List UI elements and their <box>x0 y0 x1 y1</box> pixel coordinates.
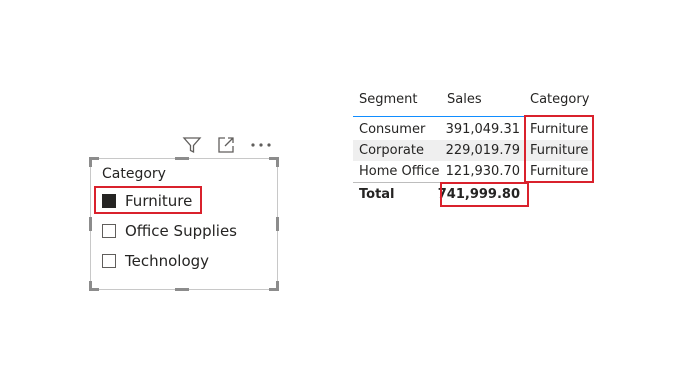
slicer-item-furniture[interactable]: Furniture <box>102 189 192 213</box>
resize-handle-left[interactable] <box>89 217 92 231</box>
total-sales: 741,999.80 <box>437 187 520 202</box>
table-row: Consumer 391,049.31 Furniture <box>353 119 593 140</box>
column-header-category[interactable]: Category <box>530 90 589 112</box>
cell-sales: 229,019.79 <box>445 143 520 158</box>
resize-handle-bottom-left[interactable] <box>89 281 99 291</box>
slicer-item-label: Office Supplies <box>125 222 238 240</box>
slicer-item-label: Furniture <box>125 192 193 210</box>
checkbox-unchecked[interactable] <box>102 224 116 238</box>
cell-category: Furniture <box>530 164 589 179</box>
cell-segment: Corporate <box>359 143 424 158</box>
table-row: Home Office 121,930.70 Furniture <box>353 161 593 182</box>
cell-segment: Home Office <box>359 164 440 179</box>
category-slicer[interactable]: Category Furniture Office Supplies Techn… <box>89 157 279 291</box>
cell-sales: 121,930.70 <box>445 164 520 179</box>
table-row: Corporate 229,019.79 Furniture <box>353 140 593 161</box>
header-underline <box>353 116 593 117</box>
total-row: Total 741,999.80 <box>353 184 593 206</box>
cell-sales: 391,049.31 <box>445 122 520 137</box>
total-separator <box>353 182 593 183</box>
slicer-item-label: Technology <box>125 252 210 270</box>
column-header-sales[interactable]: Sales <box>447 90 482 112</box>
resize-handle-bottom[interactable] <box>175 288 189 291</box>
cell-category: Furniture <box>530 143 589 158</box>
filter-icon[interactable] <box>182 135 202 159</box>
column-header-segment[interactable]: Segment <box>359 90 418 112</box>
resize-handle-bottom-right[interactable] <box>269 281 279 291</box>
resize-handle-top[interactable] <box>175 157 189 160</box>
slicer-title: Category <box>102 166 166 182</box>
slicer-item-technology[interactable]: Technology <box>102 249 209 273</box>
more-options-icon[interactable] <box>250 135 272 159</box>
resize-handle-top-right[interactable] <box>269 157 279 167</box>
cell-category: Furniture <box>530 122 589 137</box>
resize-handle-top-left[interactable] <box>89 157 99 167</box>
slicer-item-office-supplies[interactable]: Office Supplies <box>102 219 237 243</box>
focus-mode-icon[interactable] <box>216 135 236 159</box>
visual-header-icons <box>180 135 276 157</box>
resize-handle-right[interactable] <box>276 217 279 231</box>
checkbox-checked[interactable] <box>102 194 116 208</box>
total-label: Total <box>359 187 395 202</box>
checkbox-unchecked[interactable] <box>102 254 116 268</box>
cell-segment: Consumer <box>359 122 426 137</box>
